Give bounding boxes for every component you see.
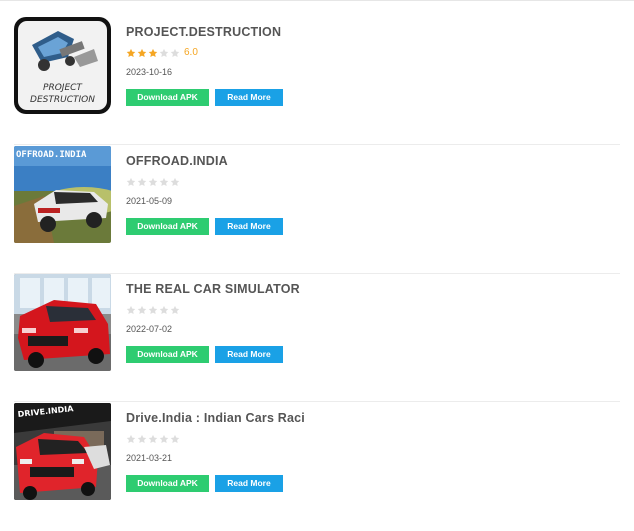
star-icon xyxy=(148,434,158,444)
list-item: DRIVE.INDIA Drive.India : Indian Cars Ra… xyxy=(14,403,620,531)
star-rating xyxy=(126,433,184,445)
star-rating xyxy=(126,176,184,188)
read-more-button[interactable]: Read More xyxy=(215,346,283,363)
project-destruction-logo-icon: PROJECT DESTRUCTION xyxy=(14,17,111,114)
app-title[interactable]: THE REAL CAR SIMULATOR xyxy=(126,282,300,296)
star-icon xyxy=(126,434,136,444)
svg-text:PROJECT: PROJECT xyxy=(43,83,83,93)
svg-text:OFFROAD.INDIA: OFFROAD.INDIA xyxy=(16,150,87,160)
star-icon xyxy=(170,48,180,58)
star-icon xyxy=(137,48,147,58)
star-icon xyxy=(148,48,158,58)
app-thumbnail[interactable] xyxy=(14,274,111,371)
read-more-button[interactable]: Read More xyxy=(215,218,283,235)
app-thumbnail[interactable]: PROJECT DESTRUCTION xyxy=(14,17,111,114)
release-date: 2022-07-02 xyxy=(126,324,173,334)
release-date: 2023-10-16 xyxy=(126,67,173,77)
star-icon xyxy=(137,434,147,444)
read-more-button[interactable]: Read More xyxy=(215,475,283,492)
star-icon xyxy=(126,48,136,58)
app-thumbnail[interactable]: DRIVE.INDIA xyxy=(14,403,111,500)
drive-india-car-icon: DRIVE.INDIA xyxy=(14,403,111,500)
star-icon xyxy=(170,305,180,315)
download-apk-button[interactable]: Download APK xyxy=(126,218,209,235)
star-icon xyxy=(159,434,169,444)
app-title[interactable]: PROJECT.DESTRUCTION xyxy=(126,25,281,39)
offroad-india-car-icon: OFFROAD.INDIA xyxy=(14,146,111,243)
list-item: THE REAL CAR SIMULATOR 2022-07-02 Downlo… xyxy=(14,274,620,402)
app-thumbnail[interactable]: OFFROAD.INDIA xyxy=(14,146,111,243)
release-date: 2021-05-09 xyxy=(126,196,173,206)
download-apk-button[interactable]: Download APK xyxy=(126,346,209,363)
red-car-simulator-icon xyxy=(14,274,111,371)
svg-text:DESTRUCTION: DESTRUCTION xyxy=(30,95,95,105)
divider xyxy=(14,144,620,145)
rating-value: 6.0 xyxy=(184,47,198,58)
star-icon xyxy=(159,305,169,315)
star-icon xyxy=(148,177,158,187)
app-list: PROJECT DESTRUCTION PROJECT.DESTRUCTION … xyxy=(0,0,634,515)
app-title[interactable]: OFFROAD.INDIA xyxy=(126,154,228,168)
list-item: OFFROAD.INDIA OFFROAD.INDIA 2021-05-09 D… xyxy=(14,146,620,274)
star-rating: 6.0 xyxy=(126,47,198,59)
star-icon xyxy=(170,177,180,187)
app-title[interactable]: Drive.India : Indian Cars Raci xyxy=(126,411,305,425)
star-icon xyxy=(137,305,147,315)
star-icon xyxy=(159,48,169,58)
list-item: PROJECT DESTRUCTION PROJECT.DESTRUCTION … xyxy=(14,17,620,145)
star-icon xyxy=(126,305,136,315)
star-icon xyxy=(137,177,147,187)
divider xyxy=(14,401,620,402)
download-apk-button[interactable]: Download APK xyxy=(126,89,209,106)
star-icon xyxy=(170,434,180,444)
read-more-button[interactable]: Read More xyxy=(215,89,283,106)
star-icon xyxy=(159,177,169,187)
star-icon xyxy=(126,177,136,187)
release-date: 2021-03-21 xyxy=(126,453,173,463)
star-icon xyxy=(148,305,158,315)
star-rating xyxy=(126,304,184,316)
download-apk-button[interactable]: Download APK xyxy=(126,475,209,492)
